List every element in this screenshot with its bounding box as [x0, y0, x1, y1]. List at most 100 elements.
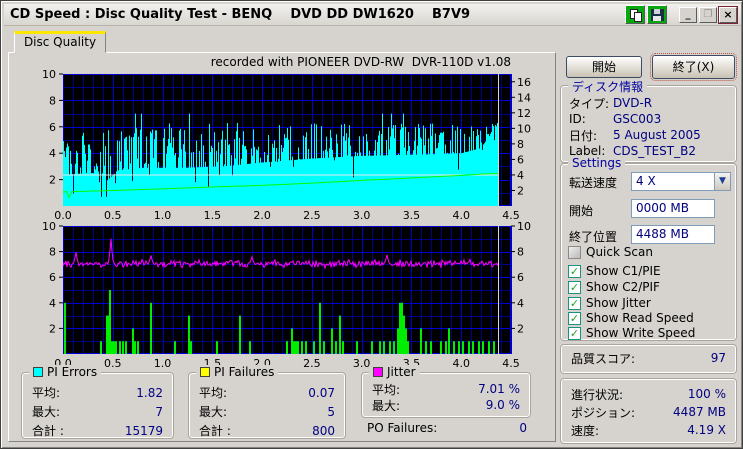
jitter-legend-swatch [373, 367, 383, 377]
svg-text:6: 6 [49, 121, 56, 134]
avg-value: 0.07 [308, 385, 335, 400]
checkbox-row-show-c2-pif[interactable]: ✓ Show C2/PIF [568, 280, 660, 294]
avg-value: 1.82 [136, 385, 163, 400]
speed-label: 転送速度 [569, 176, 618, 190]
svg-text:8: 8 [49, 94, 56, 107]
pi-failures-legend-swatch [200, 367, 210, 377]
svg-text:0.5: 0.5 [104, 357, 122, 369]
close-button[interactable]: × [718, 5, 738, 24]
max-value: 7 [155, 404, 163, 419]
svg-text:16: 16 [517, 76, 531, 89]
jitter-stats-box: Jitter 平均: 7.01 % 最大: 9.0 % [361, 365, 531, 418]
svg-text:2.5: 2.5 [303, 357, 321, 369]
tab-disc-quality[interactable]: Disc Quality [14, 31, 106, 53]
max-label: 最大: [372, 398, 401, 413]
max-label: 最大: [32, 405, 61, 419]
disc-info-box: ディスク情報 タイプ: DVD-R ID: GSC003 日付: 5 August 2… [560, 78, 737, 163]
checkbox-row-show-write-speed[interactable]: ✓ Show Write Speed [568, 326, 695, 340]
svg-text:1.5: 1.5 [204, 209, 222, 219]
copy-button[interactable] [625, 5, 645, 24]
svg-text:1.0: 1.0 [154, 357, 172, 369]
quick-scan-label: Quick Scan [586, 245, 653, 259]
show-jitter-label: Show Jitter [586, 296, 651, 310]
maximize-button[interactable]: ❐ [699, 6, 717, 23]
svg-text:10: 10 [517, 220, 531, 233]
max-value: 5 [327, 404, 335, 419]
speed-combobox[interactable]: 4 X ▼ [631, 172, 731, 191]
svg-text:2: 2 [517, 322, 524, 335]
exit-button[interactable]: 終了(X) [650, 53, 737, 81]
svg-text:10: 10 [42, 220, 56, 233]
svg-text:4.0: 4.0 [452, 357, 470, 369]
svg-text:10: 10 [517, 122, 531, 135]
checkbox-row-show-jitter[interactable]: ✓ Show Jitter [568, 296, 651, 310]
disc-id-value: GSC003 [613, 112, 662, 126]
svg-text:8: 8 [49, 246, 56, 259]
progress-label: 進行状況: [571, 387, 624, 402]
pi-failures-stats-box: PI Failures 平均: 0.07 最大: 5 合計 : 800 [188, 365, 346, 439]
disc-info-title: ディスク情報 [572, 80, 644, 94]
quick-scan-checkbox[interactable] [568, 245, 581, 259]
show-read-speed-label: Show Read Speed [586, 311, 694, 325]
disc-label-value: CDS_TEST_B2 [613, 144, 696, 158]
progress-box: 進行状況: 100 % ポジション: 4487 MB 速度: 4.19 X [560, 378, 737, 444]
avg-label: 平均: [199, 386, 228, 400]
checkbox-row-show-read-speed[interactable]: ✓ Show Read Speed [568, 311, 694, 325]
start-button[interactable]: 開始 [566, 56, 642, 78]
max-label: 最大: [199, 405, 228, 419]
avg-label: 平均: [372, 382, 401, 397]
speed-value: 4 X [631, 172, 714, 191]
recorded-with-label: recorded with PIONEER DVD-RW DVR-110D v1… [210, 55, 511, 69]
chevron-down-icon[interactable]: ▼ [714, 172, 731, 191]
minimize-button[interactable]: _ [679, 6, 697, 23]
svg-text:1.0: 1.0 [154, 209, 172, 219]
total-value: 15179 [124, 423, 163, 438]
total-label: 合計 : [32, 424, 64, 438]
svg-text:4.5: 4.5 [502, 209, 520, 219]
pi-errors-stats-box: PI Errors 平均: 1.82 最大: 7 合計 : 15179 [21, 365, 174, 439]
position-value: 4487 MB [673, 405, 726, 419]
total-label: 合計 : [199, 424, 231, 438]
show-c1-pie-label: Show C1/PIE [586, 264, 661, 278]
show-read-speed-checkbox[interactable]: ✓ [568, 311, 581, 325]
svg-text:14: 14 [517, 91, 531, 104]
svg-text:8: 8 [517, 246, 524, 259]
svg-text:3.0: 3.0 [353, 209, 371, 219]
svg-text:4.5: 4.5 [502, 357, 520, 369]
avg-value: 7.01 % [478, 382, 520, 396]
po-failures-row: PO Failures: 0 [367, 421, 527, 435]
show-c1-pie-checkbox[interactable]: ✓ [568, 264, 581, 278]
disc-type-label: タイプ: [569, 96, 610, 111]
svg-text:4: 4 [49, 297, 56, 310]
show-write-speed-checkbox[interactable]: ✓ [568, 326, 581, 340]
end-position-field[interactable]: 4488 MB [631, 225, 715, 244]
po-failures-value: 0 [519, 421, 527, 435]
svg-text:12: 12 [517, 107, 531, 120]
svg-text:4: 4 [517, 169, 524, 182]
svg-text:2: 2 [49, 174, 56, 187]
quality-score-value: 97 [710, 351, 726, 365]
show-c2-pif-label: Show C2/PIF [586, 280, 660, 294]
max-value: 9.0 % [485, 398, 520, 412]
jitter-legend-label: Jitter [387, 365, 416, 379]
checkbox-row-quick-scan[interactable]: Quick Scan [568, 245, 653, 259]
show-c2-pif-checkbox[interactable]: ✓ [568, 280, 581, 294]
pi-errors-chart: 2 4 6 8 10 2 4 6 8 10 12 14 16 0.0 0.5 1.0 1.5 2.0 2.5 3.0 3… [42, 68, 531, 219]
start-position-field[interactable]: 0000 MB [631, 199, 715, 218]
checkbox-row-show-c1-pie[interactable]: ✓ Show C1/PIE [568, 264, 661, 278]
app-window: CD Speed : Disc Quality Test - BENQ DVD … [0, 0, 743, 449]
svg-text:6: 6 [517, 153, 524, 166]
quality-score-label: 品質スコア: [571, 351, 636, 366]
show-jitter-checkbox[interactable]: ✓ [568, 296, 581, 310]
avg-label: 平均: [32, 386, 61, 400]
disc-date-label: 日付: [569, 128, 598, 143]
svg-text:2: 2 [49, 322, 56, 335]
pi-errors-legend-label: PI Errors [47, 365, 98, 379]
svg-text:2.0: 2.0 [253, 209, 271, 219]
save-button[interactable] [647, 5, 667, 24]
svg-text:8: 8 [517, 138, 524, 151]
svg-text:2: 2 [517, 184, 524, 197]
total-value: 800 [312, 423, 335, 438]
position-label: ポジション: [571, 405, 636, 420]
settings-title: Settings [572, 156, 622, 170]
